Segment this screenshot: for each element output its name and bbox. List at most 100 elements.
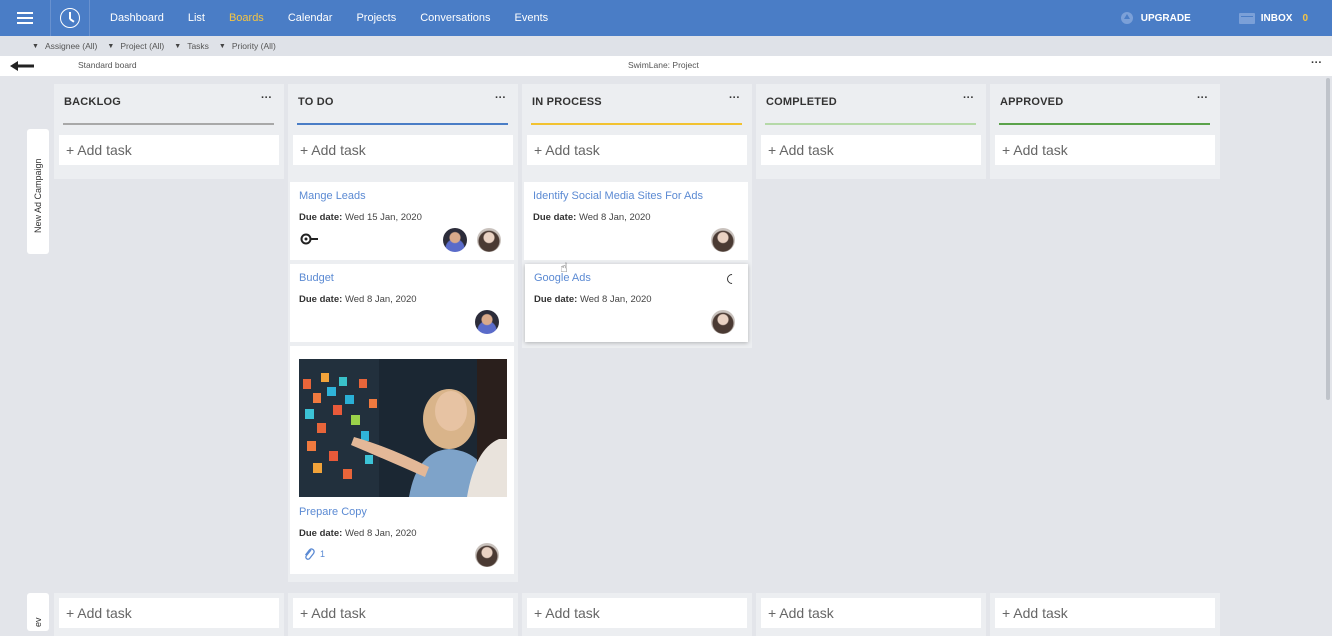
column-color-bar (297, 123, 508, 125)
attachment-count: 1 (320, 549, 326, 559)
menu-icon[interactable] (0, 0, 50, 36)
task-title[interactable]: Budget (299, 272, 334, 284)
swimlane-tab-second[interactable]: ev (27, 593, 49, 631)
column-title: IN PROCESS (532, 96, 602, 108)
board-more-button[interactable]: ··· (1311, 57, 1322, 69)
upgrade-label: UPGRADE (1140, 12, 1191, 24)
swimlane-tab-new-ad-campaign[interactable]: New Ad Campaign (27, 129, 49, 254)
column-header: IN PROCESS ··· (522, 84, 752, 126)
paperclip-icon[interactable] (303, 547, 315, 561)
task-card-google-ads[interactable]: Google Ads Due date: Wed 8 Jan, 2020 (525, 264, 748, 342)
top-nav: Dashboard List Boards Calendar Projects … (0, 0, 1332, 36)
filter-bar: ▼ Assignee (All) ▼ Project (All) ▼ Tasks ▼ P… (0, 36, 1332, 56)
inbox-count: 0 (1302, 12, 1308, 24)
task-due: Due date: Wed 8 Jan, 2020 (533, 212, 651, 223)
column-todo: TO DO ··· + Add task Mange Leads Due dat… (288, 84, 518, 582)
column-in-process: IN PROCESS ··· + Add task Identify Socia… (522, 84, 752, 348)
inbox-icon (1238, 12, 1255, 24)
back-arrow-icon[interactable] (10, 61, 34, 71)
assignee-avatar[interactable] (443, 228, 467, 252)
due-value: Wed 8 Jan, 2020 (344, 294, 417, 305)
task-card-prepare-copy[interactable]: Prepare Copy Due date: Wed 8 Jan, 2020 1 (290, 346, 514, 574)
filter-project[interactable]: ▼ Project (All) (107, 41, 164, 51)
swimlane-tab-label: ev (33, 617, 43, 627)
assignee-avatar[interactable] (477, 228, 501, 252)
filter-tasks[interactable]: ▼ Tasks (174, 41, 209, 51)
task-due: Due date: Wed 8 Jan, 2020 (299, 528, 417, 539)
nav-calendar[interactable]: Calendar (276, 0, 345, 36)
column-more-button[interactable]: ··· (729, 92, 740, 104)
column-color-bar (999, 123, 1210, 125)
nav-boards[interactable]: Boards (217, 0, 276, 36)
add-task-button[interactable]: + Add task (293, 135, 513, 165)
assignee-avatar[interactable] (475, 543, 499, 567)
board-header: Standard board SwimLane: Project ··· (0, 56, 1332, 76)
column-backlog-lane2: + Add task (54, 593, 284, 636)
assignee-avatar[interactable] (711, 228, 735, 252)
due-label: Due date: (299, 294, 343, 305)
add-task-button[interactable]: + Add task (995, 135, 1215, 165)
add-task-button[interactable]: + Add task (761, 598, 981, 628)
upgrade-button[interactable]: UPGRADE (1120, 12, 1191, 24)
task-title[interactable]: Prepare Copy (299, 506, 367, 518)
nav-list[interactable]: List (176, 0, 217, 36)
swimlane-tab-label: New Ad Campaign (33, 158, 43, 233)
filter-priority[interactable]: ▼ Priority (All) (219, 41, 276, 51)
swimlane-label[interactable]: SwimLane: Project (628, 60, 699, 70)
task-due: Due date: Wed 8 Jan, 2020 (534, 294, 652, 305)
task-due: Due date: Wed 15 Jan, 2020 (299, 212, 422, 223)
task-card-manage-leads[interactable]: Mange Leads Due date: Wed 15 Jan, 2020 (290, 182, 514, 260)
column-color-bar (531, 123, 742, 125)
column-in-process-lane2: + Add task (522, 593, 752, 636)
assignee-avatar[interactable] (711, 310, 735, 334)
task-card-identify-social-media[interactable]: Identify Social Media Sites For Ads Due … (524, 182, 748, 260)
column-more-button[interactable]: ··· (495, 92, 506, 104)
caret-down-icon: ▼ (107, 42, 115, 50)
column-header: TO DO ··· (288, 84, 518, 126)
column-title: TO DO (298, 96, 334, 108)
add-task-button[interactable]: + Add task (761, 135, 981, 165)
filter-assignee[interactable]: ▼ Assignee (All) (32, 41, 97, 51)
column-more-button[interactable]: ··· (963, 92, 974, 104)
column-completed-lane2: + Add task (756, 593, 986, 636)
add-task-button[interactable]: + Add task (527, 135, 747, 165)
column-title: APPROVED (1000, 96, 1064, 108)
add-task-button[interactable]: + Add task (59, 135, 279, 165)
filter-assignee-label: Assignee (All) (44, 41, 98, 51)
due-label: Due date: (299, 528, 343, 539)
add-task-button[interactable]: + Add task (527, 598, 747, 628)
column-approved: APPROVED ··· + Add task (990, 84, 1220, 179)
due-label: Due date: (534, 294, 578, 305)
nav-conversations[interactable]: Conversations (408, 0, 502, 36)
loading-spinner-icon (724, 271, 740, 287)
add-task-button[interactable]: + Add task (59, 598, 279, 628)
add-task-button[interactable]: + Add task (293, 598, 513, 628)
hand-cursor-icon: ☝ (560, 260, 568, 275)
board-name[interactable]: Standard board (78, 60, 137, 70)
task-title[interactable]: Identify Social Media Sites For Ads (533, 190, 703, 202)
filter-tasks-label: Tasks (187, 41, 209, 51)
add-task-button[interactable]: + Add task (995, 598, 1215, 628)
caret-down-icon: ▼ (174, 42, 182, 50)
scrollbar[interactable] (1326, 78, 1330, 400)
toggle-icon[interactable] (300, 233, 318, 245)
column-title: BACKLOG (64, 96, 122, 108)
due-value: Wed 8 Jan, 2020 (344, 528, 417, 539)
column-header: APPROVED ··· (990, 84, 1220, 126)
nav-projects[interactable]: Projects (344, 0, 408, 36)
column-backlog: BACKLOG ··· + Add task (54, 84, 284, 179)
nav-dashboard[interactable]: Dashboard (98, 0, 176, 36)
filter-project-label: Project (All) (120, 41, 165, 51)
assignee-avatar[interactable] (475, 310, 499, 334)
task-title[interactable]: Mange Leads (299, 190, 366, 202)
column-more-button[interactable]: ··· (261, 92, 272, 104)
inbox-button[interactable]: INBOX 0 (1238, 12, 1308, 24)
nav-events[interactable]: Events (503, 0, 561, 36)
task-card-budget[interactable]: Budget Due date: Wed 8 Jan, 2020 (290, 264, 514, 342)
clock-icon[interactable] (50, 0, 90, 36)
column-todo-lane2: + Add task (288, 593, 518, 636)
column-approved-lane2: + Add task (990, 593, 1220, 636)
task-due: Due date: Wed 8 Jan, 2020 (299, 294, 417, 305)
due-value: Wed 15 Jan, 2020 (344, 212, 422, 223)
column-more-button[interactable]: ··· (1197, 92, 1208, 104)
